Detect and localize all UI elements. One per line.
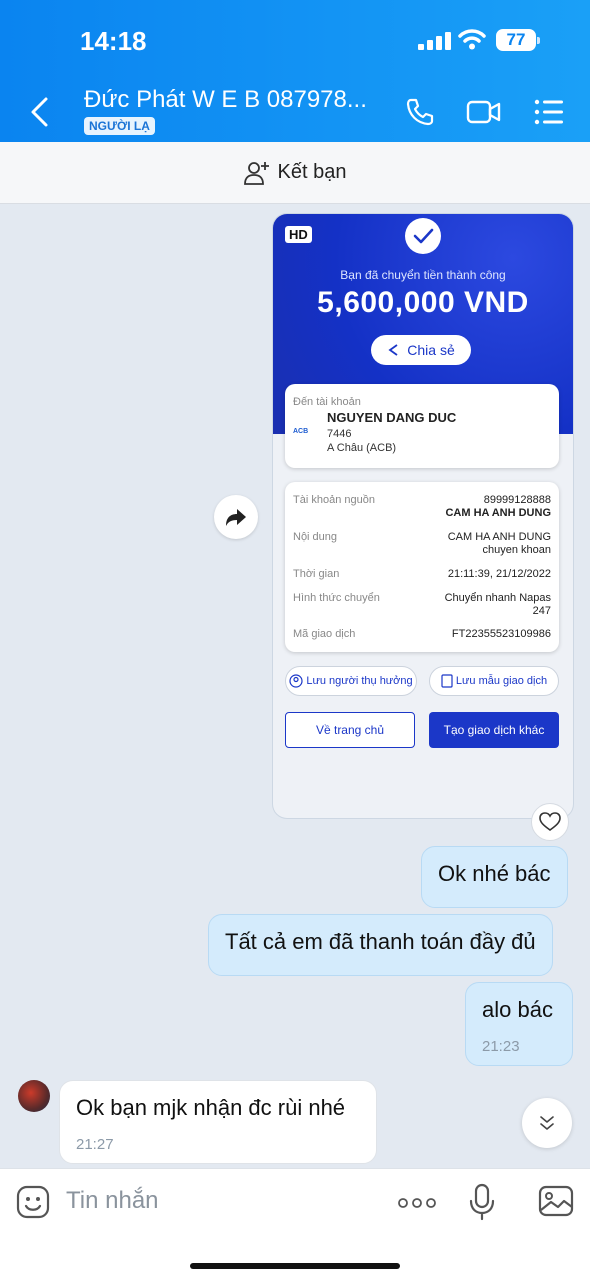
emoji-sticker-icon[interactable] — [16, 1185, 50, 1219]
code-value: FT22355523109986 — [451, 628, 551, 640]
video-call-icon[interactable] — [466, 98, 502, 126]
more-options-icon[interactable] — [397, 1197, 437, 1209]
save-beneficiary-pill: Lưu người thụ hưởng — [285, 666, 417, 696]
message-time: 21:23 — [482, 1038, 520, 1055]
recipient-account-number: 7446 — [327, 428, 352, 440]
transfer-success-text: Bạn đã chuyển tiền thành công — [340, 268, 506, 282]
message-text: Tất cả em đã thanh toán đầy đủ — [225, 929, 536, 954]
back-arrow-icon[interactable] — [26, 96, 54, 128]
acb-logo: ACB — [293, 428, 309, 435]
status-time: 14:18 — [80, 26, 147, 56]
message-text: alo bác — [482, 997, 553, 1022]
react-heart-button[interactable] — [531, 803, 569, 841]
document-icon — [441, 674, 453, 688]
message-bubble[interactable]: Tất cả em đã thanh toán đầy đủ — [208, 914, 553, 976]
image-gallery-icon[interactable] — [538, 1185, 574, 1217]
save-template-label: Lưu mẫu giao dịch — [455, 675, 548, 687]
incoming-message-bubble[interactable]: Ok bạn mjk nhận đc rùi nhé 21:27 — [59, 1080, 377, 1164]
time-value: 21:11:39, 21/12/2022 — [447, 568, 551, 580]
time-label: Thời gian — [293, 568, 340, 580]
transaction-details-card: Tài khoản nguồn 89999128888 CAM HA ANH D… — [285, 482, 559, 652]
phone-call-icon[interactable] — [404, 96, 436, 128]
chat-header: 14:18 77 Đức Phát W E B 087978... NGƯỜI … — [0, 0, 590, 142]
message-composer: Tin nhắn — [0, 1168, 590, 1280]
save-template-pill: Lưu mẫu giao dịch — [429, 666, 559, 696]
battery-indicator: 77 — [496, 29, 540, 51]
sender-avatar[interactable] — [18, 1080, 50, 1112]
home-button: Về trang chủ — [285, 712, 415, 748]
success-check-icon — [405, 218, 441, 254]
code-label: Mã giao dịch — [293, 628, 356, 640]
contact-name[interactable]: Đức Phát W E B 087978... — [84, 86, 367, 114]
message-text: Ok bạn mjk nhận đc rùi nhé — [76, 1095, 346, 1120]
message-text: Ok nhé bác — [438, 861, 551, 886]
save-beneficiary-label: Lưu người thụ hưởng — [306, 675, 413, 687]
add-friend-label: Kết bạn — [277, 161, 347, 183]
menu-list-icon[interactable] — [534, 98, 564, 126]
add-friend-icon — [243, 161, 269, 185]
scroll-to-bottom-button[interactable] — [522, 1098, 572, 1148]
signal-icon — [418, 32, 452, 50]
source-value: 89999128888 — [483, 494, 551, 506]
message-input[interactable]: Tin nhắn — [66, 1187, 159, 1215]
forward-button[interactable] — [214, 495, 258, 539]
source-name: CAM HA ANH DUNG — [445, 507, 551, 519]
message-time: 21:27 — [76, 1136, 114, 1153]
recipient-bank: A Châu (ACB) — [327, 442, 397, 454]
receipt-image-message[interactable]: HD Bạn đã chuyển tiền thành công 5,600,0… — [273, 214, 573, 818]
source-label: Tài khoản nguồn — [293, 494, 375, 506]
message-bubble[interactable]: alo bác 21:23 — [465, 982, 573, 1066]
recipient-name: NGUYEN DANG DUC — [327, 410, 457, 425]
recipient-card: Đến tài khoản ACB NGUYEN DANG DUC 7446 A… — [285, 384, 559, 468]
wifi-icon — [458, 29, 486, 50]
content-label: Nội dung — [293, 531, 338, 543]
message-bubble[interactable]: Ok nhé bác — [421, 846, 568, 908]
stranger-badge: NGƯỜI LẠ — [84, 117, 155, 135]
double-chevron-down-icon — [540, 1116, 554, 1130]
share-button: Chia sẻ — [371, 335, 471, 365]
microphone-icon[interactable] — [468, 1183, 496, 1221]
home-indicator — [190, 1263, 400, 1269]
add-friend-bar[interactable]: Kết bạn — [0, 142, 590, 204]
user-circle-icon — [289, 674, 303, 688]
heart-icon — [539, 812, 561, 831]
hd-badge: HD — [285, 226, 312, 243]
content-value-2: chuyen khoan — [482, 544, 552, 556]
new-transaction-button: Tạo giao dịch khác — [429, 712, 559, 748]
share-label: Chia sẻ — [407, 342, 455, 358]
forward-arrow-icon — [226, 509, 246, 526]
content-value-1: CAM HA ANH DUNG — [447, 531, 551, 543]
method-label: Hình thức chuyển — [293, 592, 380, 604]
method-value-2: 247 — [532, 605, 551, 617]
share-icon — [388, 344, 398, 356]
transfer-amount: 5,600,000 VND — [317, 286, 529, 319]
to-account-label: Đến tài khoản — [293, 396, 361, 408]
method-value-1: Chuyển nhanh Napas — [444, 592, 551, 604]
